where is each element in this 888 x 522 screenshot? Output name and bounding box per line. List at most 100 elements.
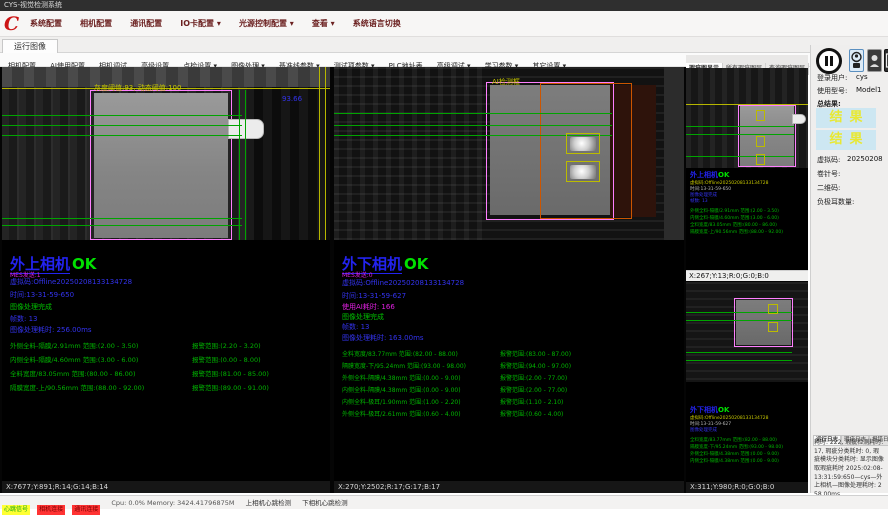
pin-number-label: 卷针号: <box>817 169 840 179</box>
pause-icon <box>819 51 839 71</box>
heartbeat-status-badge: 心跳信号 <box>2 505 30 515</box>
menu-io-config[interactable]: IO卡配置 ▾ <box>180 11 221 37</box>
center-camera-image[interactable]: AI检测框 <box>334 67 684 240</box>
window-title: CYS-视觉检测系统 <box>4 1 62 9</box>
mini-measurement-row: 隔膜宽度-上/90.56mm 范围:(88.00 - 92.00) <box>690 229 783 235</box>
separator-tab <box>228 119 264 139</box>
model-label: 使用型号: <box>817 86 847 96</box>
measure-line-green <box>2 135 242 136</box>
detect-box-yellow <box>768 304 778 314</box>
measure-line-green <box>334 113 612 114</box>
mini-measurement-row: 内侧全料-隔膜/4.38mm 范围:(0.00 - 9.00) <box>690 458 779 464</box>
virtual-code-value: 20250208 <box>847 155 883 163</box>
time-text: 时间:13-31-59-650 <box>10 290 74 300</box>
measure-line-green <box>686 126 794 127</box>
exit-button[interactable] <box>884 49 888 72</box>
mini-status: 图像处理完成 <box>690 427 717 433</box>
login-user-label: 登录用户: <box>817 73 847 83</box>
menu-light-config[interactable]: 光源控制配置 ▾ <box>239 11 294 37</box>
defect-view-tabs: 瑕疵图显示所有瑕疵图层查询瑕疵图层 <box>686 55 808 68</box>
window-titlebar: CYS-视觉检测系统 <box>0 0 888 11</box>
bottom-small-image[interactable] <box>686 282 808 382</box>
mini-measurement-row: 隔膜宽度-下/95.24mm 范围:(93.00 - 98.00) <box>690 444 783 450</box>
detect-box-yellow <box>566 133 600 154</box>
barcode-text: 虚拟码:Offline20250208133134728 <box>342 278 464 288</box>
comm-connect-badge: 通讯连接 <box>72 505 100 515</box>
camera-connect-badge: 相机连接 <box>37 505 65 515</box>
model-value[interactable]: Model1 <box>856 86 881 94</box>
frame-count: 帧数: 13 <box>10 314 38 324</box>
roi-box-pink <box>734 298 793 347</box>
boundary-yellow-v <box>325 67 326 240</box>
process-status: 图像处理完成 <box>10 302 52 312</box>
detect-box-yellow <box>756 154 765 165</box>
machine-left-stripes <box>334 67 484 240</box>
center-coordinates-bar: X:270;Y:2502;R:17;G:17;B:17 <box>334 481 684 493</box>
left-camera-panel: 灰度阈值:93, 动态阈值:100 93.66 外上相机OK MES发送:1 虚… <box>2 67 330 493</box>
menu-camera-config[interactable]: 相机配置 <box>80 11 112 37</box>
menu-language-switch[interactable]: 系统语言切换 <box>353 11 401 37</box>
measure-line-green <box>2 115 242 116</box>
menu-items: 系统配置 相机配置 通讯配置 IO卡配置 ▾ 光源控制配置 ▾ 查看 ▾ 系统语… <box>30 11 414 37</box>
result-ok: OK <box>72 255 96 273</box>
time-text: 时间:13-31-59-627 <box>342 291 406 301</box>
tab-strip: 运行图像 <box>0 37 888 53</box>
bottom-small-view: 外下相机OK 虚拟码:Offline20250208133134728 时间:1… <box>686 282 808 493</box>
detect-box-yellow <box>756 136 765 147</box>
mini-frames: 帧数: 13 <box>690 198 708 204</box>
threshold-label: 灰度阈值:93, 动态阈值:100 <box>94 83 181 93</box>
barcode-text: 虚拟码:Offline20250208133134728 <box>10 277 132 287</box>
measure-line-green <box>686 156 794 157</box>
measure-line-green-v <box>245 90 246 240</box>
process-status: 图像处理完成 <box>342 312 384 322</box>
measure-line-green <box>334 125 612 126</box>
measure-line-green <box>2 225 242 226</box>
result-display-2: 结果 <box>816 130 876 150</box>
pause-button[interactable] <box>816 48 842 74</box>
result-display-1: 结果 <box>816 108 876 128</box>
neg-tab-count-label: 负极耳数量: <box>817 197 854 207</box>
process-time: 图像处理耗时: 163.00ms <box>342 333 424 343</box>
center-camera-panel: AI检测框 外下相机OK MES发送:0 虚拟码:Offline20250208… <box>334 67 684 493</box>
tab-run-image[interactable]: 运行图像 <box>2 39 58 53</box>
detect-box-yellow <box>566 161 600 182</box>
machine-right-band <box>664 67 684 240</box>
measure-line-green <box>686 352 792 353</box>
mini-camera-title: 外下相机OK <box>690 405 729 415</box>
mini-measurement-row: 外侧全料-隔膜/2.91mm 范围:(2.00 - 3.50) <box>690 208 779 214</box>
detect-box-yellow <box>768 322 778 332</box>
ai-time: 使用AI耗时: 166 <box>342 302 395 312</box>
control-panel: 登录用户: cys 使用型号: Model1 总结果: 结果 结果 虚拟码: 2… <box>810 45 888 493</box>
process-time: 图像处理耗时: 256.00ms <box>10 325 92 335</box>
measure-line-green <box>686 320 792 321</box>
user-profile-button[interactable] <box>867 49 882 72</box>
log-text[interactable]: 耗时: 222, 瑕疵检测耗时: 17, 瑕疵分类耗时: 0, 瑕疵模块分类耗时… <box>814 439 884 500</box>
menu-comm-config[interactable]: 通讯配置 <box>130 11 162 37</box>
app-logo-icon: C <box>4 13 24 35</box>
measurement-value-blue: 93.66 <box>282 95 302 103</box>
menu-system-config[interactable]: 系统配置 <box>30 11 62 37</box>
menu-bar: C 系统配置 相机配置 通讯配置 IO卡配置 ▾ 光源控制配置 ▾ 查看 ▾ 系… <box>0 11 888 37</box>
menu-view[interactable]: 查看 ▾ <box>312 11 335 37</box>
login-user-button[interactable] <box>849 49 864 72</box>
top-small-view: 外上相机OK 虚拟码:Offline20250208133134728 时间:1… <box>686 68 808 281</box>
measure-line-green <box>2 218 242 219</box>
mini-camera-title: 外上相机OK <box>690 170 729 180</box>
measure-line-green <box>2 125 242 126</box>
lower-camera-heartbeat[interactable]: 下相机心跳检测 <box>302 496 348 510</box>
mini-measurement-row: 全料宽度/83.05mm 范围:(80.00 - 86.00) <box>690 222 777 228</box>
boundary-yellow-v <box>319 67 320 240</box>
detect-box-yellow <box>756 110 765 121</box>
status-bar: 心跳信号 相机连接 通讯连接 Cpu: 0.0% Memory: 3424.41… <box>0 495 888 509</box>
mini-measurement-row: 外侧全料-隔膜/4.38mm 范围:(0.00 - 9.00) <box>690 451 779 457</box>
left-coordinates-bar: X:7677;Y:891;R:14;G:14;B:14 <box>2 481 330 493</box>
upper-camera-heartbeat[interactable]: 上相机心跳检测 <box>246 496 292 510</box>
user-icon <box>850 51 863 70</box>
mini-measurement-row: 全料宽度/83.77mm 范围:(82.00 - 88.00) <box>690 437 777 443</box>
virtual-code-label: 虚拟码: <box>817 155 840 165</box>
bottom-small-coordinates-bar: X:311;Y:980;R:0;G:0;B:0 <box>686 482 808 493</box>
left-camera-image[interactable]: 灰度阈值:93, 动态阈值:100 93.66 <box>2 67 330 240</box>
top-small-coordinates-bar: X:267;Y:13;R:0;G:0;B:0 <box>686 270 808 281</box>
frame-count: 帧数: 13 <box>342 322 370 332</box>
top-small-image[interactable] <box>686 68 808 168</box>
